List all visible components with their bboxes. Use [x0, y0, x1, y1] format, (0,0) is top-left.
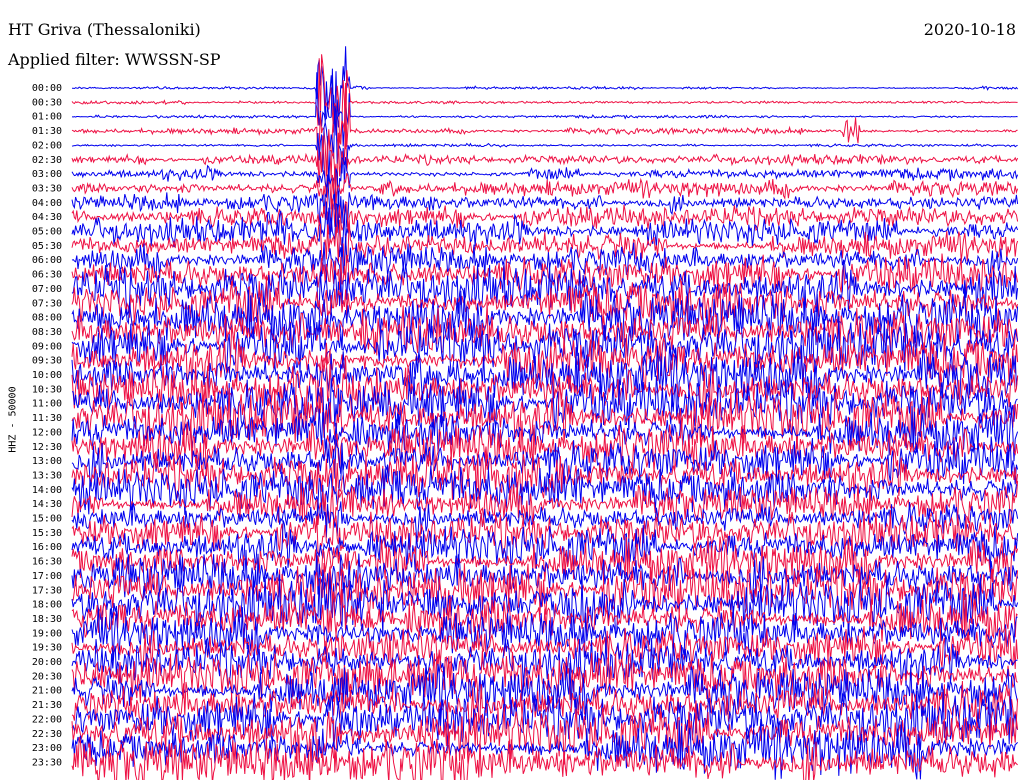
time-tick-label: 11:30 — [32, 413, 62, 424]
time-tick-label: 10:30 — [32, 384, 62, 395]
time-tick-label: 14:00 — [32, 485, 62, 496]
time-tick-label: 07:30 — [32, 298, 62, 309]
trace-line — [71, 82, 1018, 179]
time-tick-label: 07:00 — [32, 284, 62, 295]
time-tick-label: 05:30 — [32, 241, 62, 252]
time-tick-label: 00:30 — [32, 97, 62, 108]
trace-line — [71, 126, 1019, 198]
time-tick-label: 11:00 — [32, 399, 62, 410]
time-tick-label: 01:30 — [32, 126, 62, 137]
time-tick-label: 22:30 — [32, 729, 62, 740]
trace-line — [71, 191, 1019, 235]
time-tick-label: 03:00 — [32, 169, 62, 180]
time-tick-label: 21:30 — [32, 700, 62, 711]
time-tick-label: 19:00 — [32, 628, 62, 639]
time-tick-label: 15:00 — [32, 514, 62, 525]
time-tick-label: 13:00 — [32, 456, 62, 467]
time-tick-label: 02:30 — [32, 155, 62, 166]
time-tick-label: 05:00 — [32, 227, 62, 238]
time-tick-label: 09:30 — [32, 356, 62, 367]
time-tick-label: 13:30 — [32, 470, 62, 481]
time-tick-label: 04:00 — [32, 198, 62, 209]
time-tick-label: 04:30 — [32, 212, 62, 223]
time-tick-label: 23:00 — [32, 743, 62, 754]
time-tick-label: 17:30 — [32, 585, 62, 596]
time-tick-label: 09:00 — [32, 341, 62, 352]
time-tick-label: 14:30 — [32, 499, 62, 510]
time-tick-label: 12:00 — [32, 427, 62, 438]
helicorder-plot: 00:00 00:30 01:00 01:30 02:00 02:30 03:00 03:30… — [32, 46, 1019, 780]
time-tick-label: 18:00 — [32, 600, 62, 611]
time-tick-label: 18:30 — [32, 614, 62, 625]
time-tick-label: 20:30 — [32, 671, 62, 682]
time-tick-label: 16:30 — [32, 557, 62, 568]
time-tick-label: 23:30 — [32, 757, 62, 768]
trace-line — [71, 46, 1018, 128]
time-tick-label: 20:00 — [32, 657, 62, 668]
trace-line — [71, 68, 1018, 147]
time-tick-label: 21:00 — [32, 686, 62, 697]
trace-line — [71, 201, 1019, 258]
time-tick-label: 08:00 — [32, 313, 62, 324]
time-tick-label: 10:00 — [32, 370, 62, 381]
time-tick-label: 12:30 — [32, 442, 62, 453]
trace-line — [71, 54, 1018, 150]
time-tick-label: 02:00 — [32, 140, 62, 151]
time-tick-label: 01:00 — [32, 112, 62, 123]
time-tick-label: 19:30 — [32, 643, 62, 654]
time-tick-label: 00:00 — [32, 83, 62, 94]
time-tick-label: 08:30 — [32, 327, 62, 338]
time-tick-label: 15:30 — [32, 528, 62, 539]
time-tick-label: 06:30 — [32, 270, 62, 281]
trace-line — [71, 156, 1019, 210]
time-tick-label: 22:00 — [32, 714, 62, 725]
time-tick-label: 03:30 — [32, 183, 62, 194]
time-tick-label: 16:00 — [32, 542, 62, 553]
time-tick-label: 17:00 — [32, 571, 62, 582]
time-tick-label: 06:00 — [32, 255, 62, 266]
